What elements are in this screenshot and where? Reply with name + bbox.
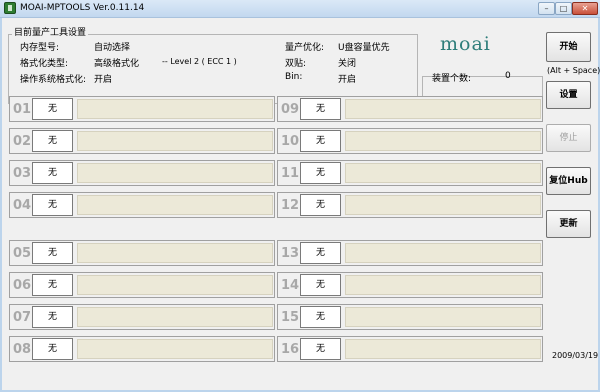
- settings-legend: 目前量产工具设置: [12, 25, 89, 38]
- port-number: 07: [13, 310, 32, 325]
- port-status: 无: [300, 162, 341, 184]
- port-status: 无: [300, 242, 341, 264]
- port-progress-bar: [345, 275, 541, 295]
- port-slot-15: 15 无: [277, 304, 543, 330]
- port-status: 无: [300, 98, 341, 120]
- device-count-value: 0: [505, 71, 511, 81]
- port-number: 10: [281, 134, 300, 149]
- port-number: 14: [281, 278, 300, 293]
- port-slot-06: 06 无: [9, 272, 275, 298]
- port-progress-bar: [345, 339, 541, 359]
- port-slot-01: 01 无: [9, 96, 275, 122]
- port-progress-bar: [77, 195, 273, 215]
- update-button[interactable]: 更新: [546, 210, 591, 238]
- port-slot-09: 09 无: [277, 96, 543, 122]
- memory-type-label: 内存型号:: [20, 43, 60, 53]
- port-progress-bar: [77, 131, 273, 151]
- dual-paste-label: 双贴:: [285, 59, 307, 69]
- port-slot-12: 12 无: [277, 192, 543, 218]
- port-slot-05: 05 无: [9, 240, 275, 266]
- start-shortcut-hint: (Alt + Space): [547, 66, 600, 75]
- port-status: 无: [300, 306, 341, 328]
- port-slot-03: 03 无: [9, 160, 275, 186]
- settings-button[interactable]: 设置: [546, 81, 591, 109]
- port-number: 11: [281, 166, 300, 181]
- bin-label: Bin:: [285, 72, 303, 82]
- port-number: 08: [13, 342, 32, 357]
- port-progress-bar: [345, 195, 541, 215]
- format-type-value: 高级格式化: [94, 59, 140, 69]
- port-progress-bar: [77, 163, 273, 183]
- port-status: 无: [32, 274, 73, 296]
- port-status: 无: [300, 130, 341, 152]
- optimize-label: 量产优化:: [285, 43, 325, 53]
- main-panel: 目前量产工具设置 内存型号: 自动选择 格式化类型: 高级格式化 -- Leve…: [2, 18, 600, 390]
- moai-logo: moai: [440, 33, 491, 55]
- os-format-value: 开启: [94, 75, 113, 85]
- port-slot-02: 02 无: [9, 128, 275, 154]
- port-progress-bar: [345, 243, 541, 263]
- port-progress-bar: [77, 339, 273, 359]
- port-progress-bar: [345, 307, 541, 327]
- format-type-label: 格式化类型:: [20, 59, 69, 69]
- port-progress-bar: [345, 131, 541, 151]
- port-status: 无: [300, 338, 341, 360]
- port-slot-14: 14 无: [277, 272, 543, 298]
- port-status: 无: [300, 274, 341, 296]
- port-status: 无: [32, 242, 73, 264]
- port-number: 13: [281, 246, 300, 261]
- title-bar[interactable]: MOAI-MPTOOLS Ver.0.11.14 – □ ✕: [0, 0, 600, 18]
- port-slot-16: 16 无: [277, 336, 543, 362]
- port-status: 无: [32, 162, 73, 184]
- dual-paste-value: 关闭: [338, 59, 357, 69]
- window-title: MOAI-MPTOOLS Ver.0.11.14: [20, 3, 145, 13]
- port-status: 无: [32, 130, 73, 152]
- build-date: 2009/03/19: [552, 351, 599, 360]
- port-number: 15: [281, 310, 300, 325]
- memory-type-value: 自动选择: [94, 43, 131, 53]
- stop-button[interactable]: 停止: [546, 124, 591, 152]
- port-progress-bar: [77, 307, 273, 327]
- port-number: 04: [13, 198, 32, 213]
- close-button[interactable]: ✕: [572, 2, 598, 15]
- port-progress-bar: [77, 275, 273, 295]
- port-number: 12: [281, 198, 300, 213]
- port-status: 无: [32, 338, 73, 360]
- port-number: 06: [13, 278, 32, 293]
- port-status: 无: [300, 194, 341, 216]
- port-number: 01: [13, 102, 32, 117]
- minimize-button[interactable]: –: [538, 2, 555, 15]
- port-slot-07: 07 无: [9, 304, 275, 330]
- port-progress-bar: [345, 163, 541, 183]
- port-number: 02: [13, 134, 32, 149]
- os-format-label: 操作系统格式化:: [20, 75, 87, 85]
- port-number: 03: [13, 166, 32, 181]
- port-progress-bar: [345, 99, 541, 119]
- port-slot-04: 04 无: [9, 192, 275, 218]
- port-number: 16: [281, 342, 300, 357]
- port-progress-bar: [77, 99, 273, 119]
- port-number: 05: [13, 246, 32, 261]
- optimize-value: U盘容量优先: [338, 43, 390, 53]
- port-progress-bar: [77, 243, 273, 263]
- maximize-button[interactable]: □: [555, 2, 572, 15]
- port-slot-13: 13 无: [277, 240, 543, 266]
- reset-hub-button[interactable]: 复位Hub: [546, 167, 591, 195]
- start-button[interactable]: 开始: [546, 32, 591, 62]
- port-number: 09: [281, 102, 300, 117]
- port-slot-11: 11 无: [277, 160, 543, 186]
- device-count-label: 装置个数:: [432, 74, 472, 84]
- app-icon: [4, 2, 16, 14]
- port-status: 无: [32, 306, 73, 328]
- level-text: -- Level 2 ( ECC 1 ): [162, 57, 237, 66]
- port-slot-10: 10 无: [277, 128, 543, 154]
- port-status: 无: [32, 98, 73, 120]
- bin-value: 开启: [338, 75, 357, 85]
- port-status: 无: [32, 194, 73, 216]
- port-slot-08: 08 无: [9, 336, 275, 362]
